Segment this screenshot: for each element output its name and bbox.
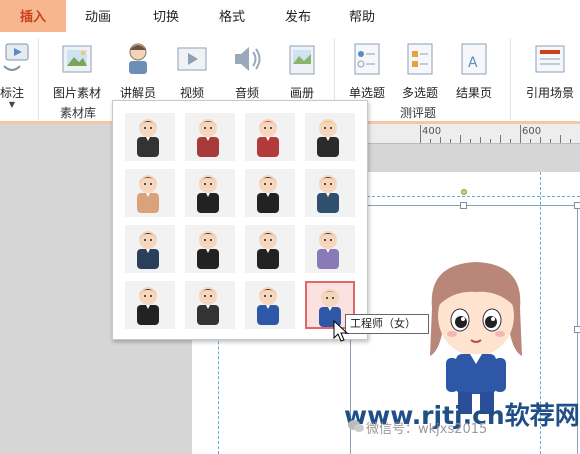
narrator-button[interactable]: 讲解员 ▼ bbox=[108, 38, 168, 109]
narrator-avatar-icon bbox=[257, 231, 279, 269]
narrator-avatar-icon bbox=[257, 287, 279, 325]
narrator-avatar-option[interactable] bbox=[305, 113, 355, 161]
audio-button[interactable]: 音频 ▼ bbox=[217, 38, 277, 109]
narrator-gallery-popup bbox=[112, 100, 368, 340]
speaker-icon bbox=[235, 47, 261, 71]
multiple-choice-icon bbox=[407, 43, 433, 75]
single-choice-label: 单选题 bbox=[348, 86, 385, 100]
chevron-down-icon: ▼ bbox=[8, 100, 16, 109]
narrator-avatar-option[interactable] bbox=[245, 113, 295, 161]
ribbon-separator bbox=[510, 38, 511, 120]
narrator-avatar-icon bbox=[137, 175, 159, 213]
album-button[interactable]: 画册 bbox=[272, 38, 332, 100]
narrator-avatar-option[interactable] bbox=[185, 281, 235, 329]
single-choice-button[interactable]: 单选题 bbox=[337, 38, 397, 100]
narrator-avatar-icon bbox=[317, 175, 339, 213]
narrator-avatar-option[interactable] bbox=[185, 113, 235, 161]
narrator-avatar-option[interactable] bbox=[245, 169, 295, 217]
video-icon bbox=[177, 47, 207, 71]
narrator-avatar-option[interactable] bbox=[245, 281, 295, 329]
rotate-handle[interactable] bbox=[461, 189, 467, 195]
narrator-avatar-icon bbox=[197, 287, 219, 325]
narrator-avatar-option[interactable] bbox=[125, 281, 175, 329]
annotate-label: 标注 bbox=[0, 86, 24, 100]
narrator-avatar-option[interactable] bbox=[125, 113, 175, 161]
narrator-avatar-icon bbox=[137, 287, 159, 325]
narrator-avatar-icon bbox=[257, 175, 279, 213]
watermark-wechat: 微信号：wkjxs2015 bbox=[366, 422, 488, 437]
reference-scene-button[interactable]: 引用场景 bbox=[520, 38, 580, 100]
video-button[interactable]: 视频 ▼ bbox=[162, 38, 222, 109]
result-page-icon: A bbox=[461, 43, 487, 75]
wechat-icon bbox=[348, 420, 364, 432]
single-choice-icon bbox=[354, 43, 380, 75]
tab-format[interactable]: 格式 bbox=[204, 0, 260, 32]
result-page-label: 结果页 bbox=[455, 86, 492, 100]
narrator-avatar-icon bbox=[257, 119, 279, 157]
resize-handle[interactable] bbox=[574, 202, 580, 209]
svg-text:A: A bbox=[468, 55, 478, 71]
narrator-avatar-option[interactable] bbox=[305, 169, 355, 217]
horizontal-ruler: 400 600 bbox=[360, 124, 580, 144]
reference-scene-icon bbox=[535, 45, 565, 73]
narrator-avatar-icon bbox=[137, 231, 159, 269]
narrator-avatar-option[interactable] bbox=[185, 225, 235, 273]
multiple-choice-button[interactable]: 多选题 bbox=[390, 38, 450, 100]
ribbon-tab-bar: 插入 动画 切换 格式 发布 帮助 bbox=[0, 0, 580, 32]
narrator-avatar-option[interactable] bbox=[185, 169, 235, 217]
resize-handle[interactable] bbox=[574, 326, 580, 333]
narrator-avatar-option[interactable] bbox=[125, 225, 175, 273]
reference-scene-label: 引用场景 bbox=[525, 86, 574, 100]
audio-label: 音频 bbox=[234, 86, 259, 100]
tab-transition[interactable]: 切换 bbox=[138, 0, 194, 32]
ruler-mark-400: 400 bbox=[422, 126, 442, 137]
narrator-avatar-icon bbox=[317, 119, 339, 157]
tooltip: 工程师（女） bbox=[345, 314, 429, 334]
annotate-icon bbox=[3, 43, 29, 71]
ribbon-separator bbox=[38, 38, 39, 120]
tab-animation[interactable]: 动画 bbox=[70, 0, 126, 32]
resize-handle[interactable] bbox=[460, 202, 467, 209]
narrator-avatar-option[interactable] bbox=[125, 169, 175, 217]
tab-insert[interactable]: 插入 bbox=[0, 0, 66, 32]
quiz-group-label: 测评题 bbox=[400, 106, 437, 120]
image-material-button[interactable]: 图片素材 bbox=[47, 38, 107, 100]
narrator-label: 讲解员 bbox=[119, 86, 156, 100]
album-icon bbox=[289, 45, 315, 75]
narrator-avatar-icon bbox=[137, 119, 159, 157]
material-library-group-label: 素材库 bbox=[60, 106, 97, 120]
video-label: 视频 bbox=[179, 86, 204, 100]
image-icon bbox=[62, 45, 92, 73]
tab-publish[interactable]: 发布 bbox=[270, 0, 326, 32]
narrator-avatar-icon bbox=[317, 231, 339, 269]
multiple-choice-label: 多选题 bbox=[401, 86, 438, 100]
narrator-avatar-icon bbox=[197, 119, 219, 157]
tab-help[interactable]: 帮助 bbox=[334, 0, 390, 32]
image-material-label: 图片素材 bbox=[52, 86, 101, 100]
ruler-mark-600: 600 bbox=[522, 126, 542, 137]
album-label: 画册 bbox=[289, 86, 314, 100]
narrator-icon bbox=[129, 43, 147, 74]
narrator-avatar-option[interactable] bbox=[245, 225, 295, 273]
narrator-avatar-option[interactable] bbox=[305, 225, 355, 273]
mouse-cursor-icon bbox=[333, 320, 349, 342]
annotate-button[interactable]: 标注 ▼ bbox=[0, 38, 42, 109]
result-page-button[interactable]: A 结果页 bbox=[444, 38, 504, 100]
narrator-avatar-icon bbox=[197, 231, 219, 269]
narrator-avatar-icon bbox=[197, 175, 219, 213]
